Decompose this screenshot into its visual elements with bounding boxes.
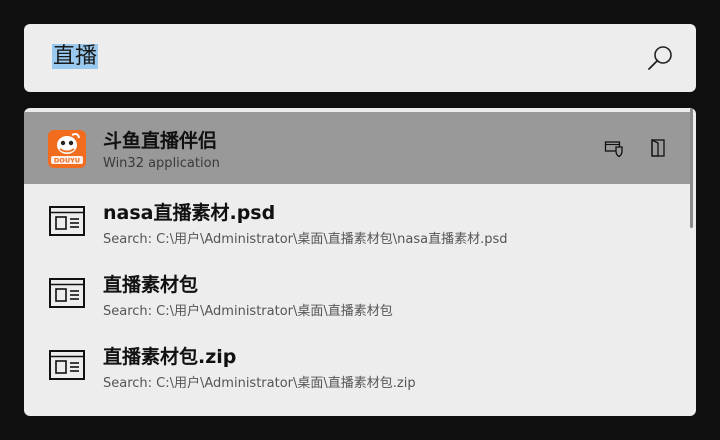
result-subtitle: Search: C:\用户\Administrator\桌面\直播素材包\nas…	[103, 232, 508, 247]
result-title: 直播素材包.zip	[103, 346, 237, 368]
search-icon[interactable]	[646, 44, 674, 72]
result-item-douyu[interactable]: DOUYU 斗鱼直播伴侣 Win32 application	[24, 112, 692, 184]
open-folder-icon[interactable]	[648, 138, 668, 158]
search-query-text: 直播	[52, 44, 99, 69]
run-as-admin-icon[interactable]	[604, 138, 624, 158]
result-subtitle: Search: C:\用户\Administrator\桌面\直播素材包	[103, 304, 393, 319]
result-title: 直播素材包	[103, 274, 199, 296]
result-item-nasa-psd[interactable]: nasa直播素材.psd Search: C:\用户\Administrator…	[24, 184, 692, 256]
search-box[interactable]: 直播	[24, 24, 696, 92]
douyu-logo-text: DOUYU	[54, 157, 80, 165]
result-subtitle: Win32 application	[103, 156, 220, 171]
result-title: 斗鱼直播伴侣	[103, 130, 218, 152]
result-title: nasa直播素材.psd	[103, 202, 276, 224]
result-item-folder[interactable]: 直播素材包 Search: C:\用户\Administrator\桌面\直播素…	[24, 256, 692, 328]
window-document-icon	[49, 350, 85, 380]
result-item-zip[interactable]: 直播素材包.zip Search: C:\用户\Administrator\桌面…	[24, 328, 692, 400]
window-document-icon	[49, 278, 85, 308]
result-subtitle: Search: C:\用户\Administrator\桌面\直播素材包.zip	[103, 376, 416, 391]
douyu-app-icon: DOUYU	[48, 130, 86, 168]
search-input[interactable]: 直播	[52, 40, 99, 74]
results-list: DOUYU 斗鱼直播伴侣 Win32 application nasa直播素材.…	[24, 108, 696, 416]
scrollbar-thumb[interactable]	[690, 108, 693, 228]
window-document-icon	[49, 206, 85, 236]
